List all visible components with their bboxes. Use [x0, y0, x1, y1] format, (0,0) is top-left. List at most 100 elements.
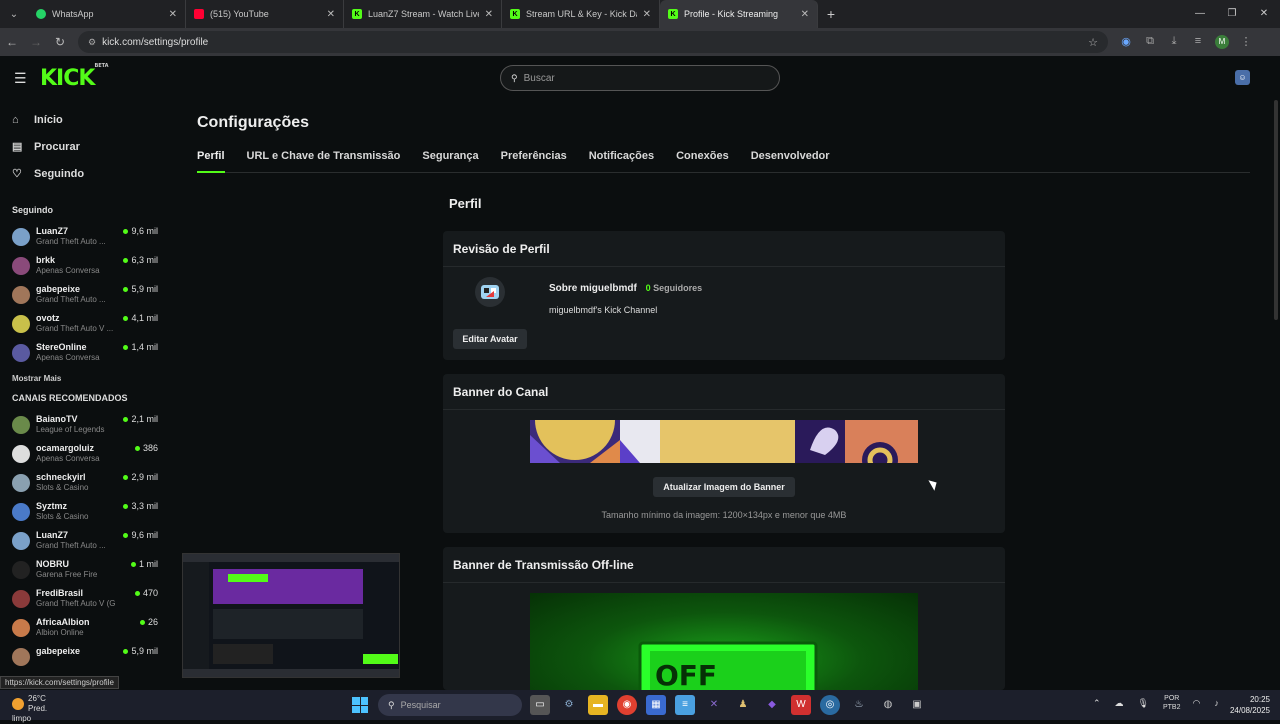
live-dot-icon [123, 475, 129, 480]
back-icon[interactable]: ← [0, 35, 24, 49]
channel-item[interactable]: schneckyirl Slots & Casino 2,9 mil [0, 469, 170, 498]
clock[interactable]: 20:25 24/08/2025 [1225, 694, 1270, 716]
close-icon[interactable]: ✕ [485, 9, 493, 20]
tab-title: (515) YouTube [210, 9, 269, 19]
tab-notifications[interactable]: Notificações [589, 150, 654, 173]
restore-icon[interactable]: ❐ [1216, 0, 1248, 28]
channel-item[interactable]: ocamargoluiz Apenas Conversa 386 [0, 440, 170, 469]
extensions-icon[interactable]: ⧉ [1138, 35, 1162, 49]
user-avatar[interactable]: ☺ [1235, 70, 1250, 85]
tab-luanz7[interactable]: K LuanZ7 Stream - Watch Live on ✕ [344, 0, 502, 28]
channel-item[interactable]: gabepeixe Grand Theft Auto ... 5,9 mil [0, 281, 170, 310]
edit-avatar-button[interactable]: Editar Avatar [453, 329, 527, 349]
volume-icon[interactable]: ♪ [1214, 698, 1219, 708]
bookmark-star-icon[interactable]: ☆ [1088, 36, 1098, 49]
reload-icon[interactable]: ↻ [48, 35, 72, 49]
task-view-icon[interactable]: ▭ [530, 695, 550, 715]
page-title: Configurações [197, 114, 310, 131]
tab-search-icon[interactable]: ⌄ [0, 0, 28, 28]
chrome-icon[interactable]: ◉ [617, 695, 637, 715]
visual-studio-icon[interactable]: ✕ [704, 695, 724, 715]
steam-icon[interactable]: ♨ [849, 695, 869, 715]
calculator-icon[interactable]: ▦ [646, 695, 666, 715]
wps-icon[interactable]: W [791, 695, 811, 715]
nav-home[interactable]: ⌂ Início [0, 106, 170, 133]
forward-icon[interactable]: → [24, 35, 48, 49]
channel-item[interactable]: StereOnline Apenas Conversa 1,4 mil [0, 339, 170, 368]
live-dot-icon [139, 620, 145, 625]
tab-stream-key[interactable]: URL e Chave de Transmissão [247, 150, 401, 173]
tab-profile-settings[interactable]: Perfil [197, 150, 225, 173]
close-icon[interactable]: ✕ [643, 9, 651, 20]
nav-label: Procurar [34, 140, 80, 153]
live-dot-icon [123, 533, 129, 538]
nav-following[interactable]: ♡ Seguindo [0, 160, 170, 187]
hamburger-menu-icon[interactable]: ☰ [14, 70, 27, 87]
update-banner-button[interactable]: Atualizar Imagem do Banner [653, 477, 795, 497]
tab-preferences[interactable]: Preferências [501, 150, 567, 173]
new-tab-button[interactable]: + [818, 6, 844, 22]
close-window-icon[interactable]: ✕ [1248, 0, 1280, 28]
channel-item[interactable]: gabepeixe 5,9 mil [0, 643, 170, 672]
channel-item[interactable]: brkk Apenas Conversa 6,3 mil [0, 252, 170, 281]
viewer-count: 2,9 mil [123, 472, 158, 482]
close-icon[interactable]: ✕ [169, 9, 177, 20]
obsidian-icon[interactable]: ◆ [762, 695, 782, 715]
live-dot-icon [123, 417, 129, 422]
tab-whatsapp[interactable]: WhatsApp ✕ [28, 0, 186, 28]
microphone-icon[interactable]: 🎙 [1138, 698, 1149, 709]
download-icon[interactable]: ⤓ [1162, 35, 1186, 49]
kick-logo[interactable]: KICKBETA [40, 63, 109, 91]
channel-item[interactable]: LuanZ7 Grand Theft Auto ... 9,6 mil [0, 223, 170, 252]
live-dot-icon [123, 504, 129, 509]
minimize-icon[interactable]: — [1184, 0, 1216, 28]
onedrive-icon[interactable]: ☁ [1115, 698, 1124, 709]
url-field[interactable]: ⚙ kick.com/settings/profile ☆ [78, 31, 1108, 53]
obs-icon[interactable]: ◍ [878, 695, 898, 715]
site-info-icon[interactable]: ⚙ [88, 37, 96, 48]
tab-stream-url[interactable]: K Stream URL & Key - Kick Dashb ✕ [502, 0, 660, 28]
close-icon[interactable]: ✕ [327, 9, 335, 20]
channel-item[interactable]: AfricaAlbion Albion Online 26 [0, 614, 170, 643]
search-input[interactable]: ⚲ Buscar [500, 65, 780, 91]
profile-avatar-icon[interactable]: M [1215, 35, 1229, 49]
tab-security[interactable]: Segurança [422, 150, 478, 173]
viewer-text: 1 mil [138, 559, 158, 569]
taskbar-search-input[interactable]: ⚲ Pesquisar [378, 694, 522, 716]
channel-item[interactable]: FrediBrasil Grand Theft Auto V (G... 470 [0, 585, 170, 614]
tab-title: LuanZ7 Stream - Watch Live on [368, 9, 479, 19]
language-indicator[interactable]: POR PTB2 [1163, 694, 1181, 712]
notepad-icon[interactable]: ≡ [675, 695, 695, 715]
tray-arrow-icon[interactable]: ⌃ [1093, 698, 1101, 709]
taskbar-apps: ▭ ⚙ ▬ ◉ ▦ ≡ ✕ ♟ ◆ W ◎ ♨ ◍ ▣ [530, 695, 936, 715]
nav-browse[interactable]: ▤ Procurar [0, 133, 170, 160]
channel-category: League of Legends [36, 425, 105, 434]
terminal-icon[interactable]: ▣ [907, 695, 927, 715]
show-more-link[interactable]: Mostrar Mais [0, 374, 170, 383]
windows-start-icon[interactable] [352, 697, 368, 713]
channel-item[interactable]: LuanZ7 Grand Theft Auto ... 9,6 mil [0, 527, 170, 556]
game-icon[interactable]: ♟ [733, 695, 753, 715]
tab-developer[interactable]: Desenvolvedor [751, 150, 830, 173]
tab-connections[interactable]: Conexões [676, 150, 729, 173]
wifi-icon[interactable]: ◠ [1193, 698, 1201, 709]
section-title: Perfil [449, 196, 482, 211]
channel-item[interactable]: BaianoTV League of Legends 2,1 mil [0, 411, 170, 440]
menu-icon[interactable]: ⋮ [1234, 35, 1258, 49]
channel-item[interactable]: Syztmz Slots & Casino 3,3 mil [0, 498, 170, 527]
about-heading: Sobre miguelbmdf 0 Seguidores [549, 283, 702, 294]
file-explorer-icon[interactable]: ▬ [588, 695, 608, 715]
tab-youtube[interactable]: (515) YouTube ✕ [186, 0, 344, 28]
followers: 0 Seguidores [646, 283, 703, 293]
channel-item[interactable]: ovotz Grand Theft Auto V ... 4,1 mil [0, 310, 170, 339]
channel-avatar [12, 416, 30, 434]
cast-icon[interactable]: ◉ [1114, 35, 1138, 49]
media-icon[interactable]: ≡ [1186, 35, 1210, 49]
chrome-active-icon[interactable]: ◎ [820, 695, 840, 715]
tab-profile[interactable]: K Profile - Kick Streaming ✕ [660, 0, 818, 28]
viewer-count: 9,6 mil [123, 530, 158, 540]
scrollbar[interactable] [1274, 100, 1278, 320]
close-icon[interactable]: ✕ [801, 9, 809, 20]
channel-item[interactable]: NOBRU Garena Free Fire 1 mil [0, 556, 170, 585]
settings-icon[interactable]: ⚙ [559, 695, 579, 715]
